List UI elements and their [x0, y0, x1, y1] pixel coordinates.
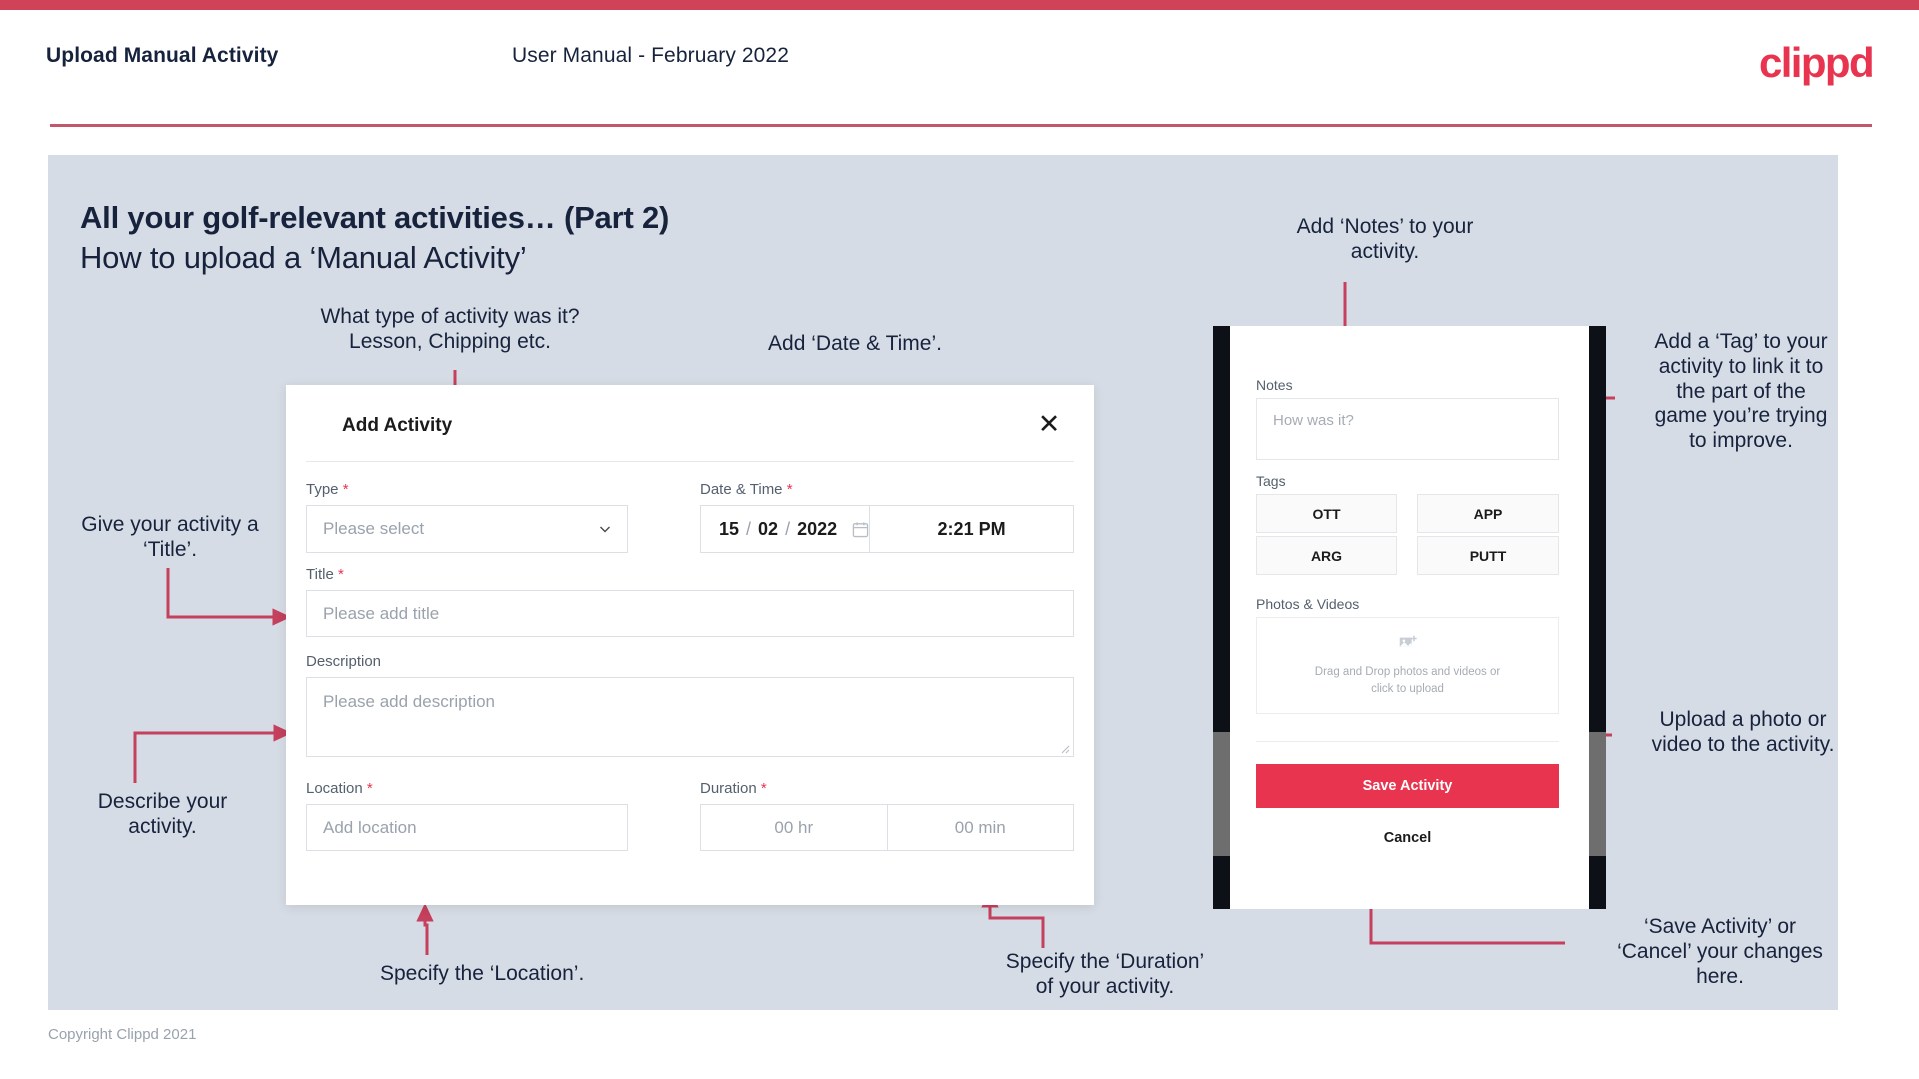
- location-required-mark: *: [366, 780, 373, 797]
- phone-bezel-left: [1213, 326, 1230, 909]
- add-image-icon: [1399, 636, 1417, 648]
- dialog-title: Add Activity: [342, 415, 453, 436]
- annotation-type: What type of activity was it? Lesson, Ch…: [320, 305, 580, 353]
- duration-hours-value: 00 hr: [774, 817, 814, 837]
- duration-minutes-value: 00 min: [954, 817, 1006, 837]
- datetime-group: 15 / 02 / 2022 2:21 PM: [700, 505, 1074, 553]
- duration-required-mark: *: [760, 780, 767, 797]
- time-input[interactable]: 2:21 PM: [870, 506, 1073, 552]
- notes-label: Notes: [1256, 377, 1293, 393]
- save-activity-label: Save Activity: [1362, 778, 1453, 794]
- phone-scroll-right: [1589, 732, 1606, 856]
- add-activity-dialog: Add Activity ✕ Type * Please select Date…: [286, 385, 1094, 905]
- tag-button-putt[interactable]: PUTT: [1417, 536, 1559, 575]
- header-divider: [50, 124, 1872, 127]
- description-textarea[interactable]: Please add description: [306, 677, 1074, 757]
- type-label-text: Type: [306, 481, 339, 498]
- title-label-text: Title: [306, 566, 334, 583]
- slide-page: Upload Manual Activity User Manual - Feb…: [0, 0, 1919, 1079]
- duration-label: Duration *: [700, 780, 767, 797]
- duration-label-text: Duration: [700, 780, 757, 797]
- dropzone-text: Drag and Drop photos and videos or click…: [1315, 664, 1500, 697]
- save-activity-button[interactable]: Save Activity: [1256, 764, 1559, 808]
- tag-label-arg: ARG: [1310, 547, 1343, 564]
- photo-dropzone[interactable]: Drag and Drop photos and videos or click…: [1256, 617, 1559, 714]
- title-placeholder: Please add title: [323, 603, 440, 623]
- annotation-notes: Add ‘Notes’ to your activity.: [1296, 215, 1474, 263]
- annotation-description: Describe your activity.: [97, 790, 228, 838]
- top-accent-strip: [0, 0, 1919, 10]
- title-input[interactable]: Please add title: [306, 590, 1074, 637]
- dropzone-line-2: click to upload: [1371, 683, 1444, 695]
- title-required-mark: *: [337, 566, 344, 583]
- description-label-text: Description: [306, 653, 382, 670]
- phone-bezel-right: [1589, 326, 1606, 909]
- type-label: Type *: [306, 481, 349, 498]
- slide-subheading: How to upload a ‘Manual Activity’: [80, 240, 527, 275]
- annotation-title: Give your activity a ‘Title’.: [81, 513, 259, 561]
- close-icon[interactable]: ✕: [1032, 407, 1066, 441]
- notes-placeholder: How was it?: [1273, 412, 1354, 429]
- date-day: 15: [719, 518, 740, 539]
- tag-button-arg[interactable]: ARG: [1256, 536, 1397, 575]
- tag-label-app: APP: [1473, 505, 1503, 522]
- datetime-label-text: Date & Time: [700, 481, 783, 498]
- annotation-photos: Upload a photo or video to the activity.: [1651, 708, 1835, 756]
- tags-label: Tags: [1256, 473, 1286, 489]
- annotation-datetime: Add ‘Date & Time’.: [768, 332, 942, 355]
- duration-minutes-input[interactable]: 00 min: [886, 805, 1074, 850]
- annotation-location: Specify the ‘Location’.: [380, 962, 585, 985]
- date-year: 2022: [797, 518, 838, 539]
- dropzone-line-1: Drag and Drop photos and videos or: [1314, 666, 1501, 679]
- tag-button-app[interactable]: APP: [1417, 494, 1559, 533]
- annotation-save: ‘Save Activity’ or ‘Cancel’ your changes…: [1617, 915, 1823, 988]
- duration-group: 00 hr 00 min: [700, 804, 1074, 851]
- calendar-icon[interactable]: [852, 521, 869, 538]
- location-placeholder: Add location: [323, 817, 417, 837]
- description-label: Description: [306, 653, 381, 670]
- location-label-text: Location: [306, 780, 363, 797]
- duration-hours-input[interactable]: 00 hr: [701, 805, 887, 850]
- phone-divider: [1256, 741, 1559, 742]
- slide-heading: All your golf-relevant activities… (Part…: [80, 200, 670, 235]
- type-required-mark: *: [342, 481, 349, 498]
- clippd-logo: clippd: [1758, 39, 1875, 86]
- location-label: Location *: [306, 780, 373, 797]
- datetime-label: Date & Time *: [700, 481, 793, 498]
- date-input[interactable]: 15 / 02 / 2022: [701, 506, 871, 552]
- resize-grip-icon[interactable]: [1058, 742, 1070, 754]
- cancel-button[interactable]: Cancel: [1256, 818, 1559, 858]
- description-placeholder: Please add description: [323, 692, 496, 711]
- time-value: 2:21 PM: [937, 518, 1006, 539]
- footer-copyright: Copyright Clippd 2021: [48, 1026, 197, 1043]
- dialog-divider: [306, 461, 1074, 462]
- type-placeholder: Please select: [323, 519, 425, 538]
- date-sep-1: /: [746, 518, 752, 539]
- chevron-down-icon: [600, 526, 610, 533]
- date-month: 02: [758, 518, 779, 539]
- date-sep-2: /: [785, 518, 791, 539]
- tag-label-putt: PUTT: [1469, 547, 1507, 564]
- annotation-tags: Add a ‘Tag’ to your activity to link it …: [1654, 330, 1828, 453]
- cancel-label: Cancel: [1383, 830, 1432, 846]
- tag-label-ott: OTT: [1312, 505, 1341, 522]
- datetime-required-mark: *: [786, 481, 793, 498]
- document-subtitle: User Manual - February 2022: [512, 44, 789, 67]
- tag-button-ott[interactable]: OTT: [1256, 494, 1397, 533]
- type-select[interactable]: Please select: [306, 505, 628, 553]
- title-label: Title *: [306, 566, 344, 583]
- phone-screen: Notes How was it? Tags OTT APP ARG PUTT …: [1230, 326, 1589, 909]
- location-input[interactable]: Add location: [306, 804, 628, 851]
- page-title: Upload Manual Activity: [46, 44, 279, 67]
- photos-label: Photos & Videos: [1256, 596, 1360, 612]
- notes-textarea[interactable]: How was it?: [1256, 398, 1559, 460]
- annotation-duration: Specify the ‘Duration’ of your activity.: [1005, 950, 1205, 998]
- phone-mockup: Notes How was it? Tags OTT APP ARG PUTT …: [1213, 326, 1606, 909]
- phone-scroll-left: [1213, 732, 1230, 856]
